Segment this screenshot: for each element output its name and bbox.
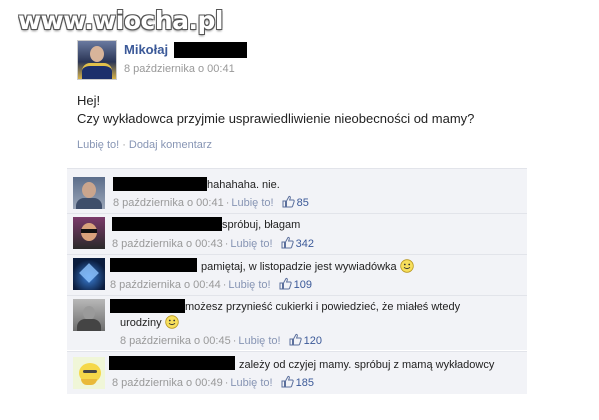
thumbs-up-icon bbox=[281, 375, 294, 388]
post-timestamp[interactable]: 8 października o 00:41 bbox=[124, 63, 235, 75]
smiley-icon bbox=[164, 315, 179, 329]
comment-1: hahahaha. nie. 8 października o 00:41 · Lu… bbox=[67, 168, 527, 213]
commenter-name-redaction bbox=[113, 177, 207, 191]
comment-5-like-count[interactable]: 185 bbox=[296, 377, 314, 389]
post-author-avatar[interactable] bbox=[77, 40, 117, 80]
comment-2-timestamp[interactable]: 8 października o 00:43 bbox=[112, 238, 223, 250]
comment-4-text-line-2: urodziny bbox=[120, 317, 162, 329]
post-actions-separator: · bbox=[122, 139, 126, 151]
comment-2-like-link[interactable]: Lubię to! bbox=[230, 238, 272, 250]
comment-1-like-link[interactable]: Lubię to! bbox=[231, 197, 273, 209]
comment-3-text-wrap: pamiętaj, w listopadzie jest wywiadówka bbox=[201, 259, 414, 274]
facebook-post-screenshot: www.wiocha.pl Mikołaj 8 października o 0… bbox=[0, 0, 599, 420]
comment-4-like-count[interactable]: 120 bbox=[304, 335, 322, 347]
commenter-name-redaction bbox=[110, 299, 185, 313]
post-text-line-2: Czy wykładowca przyjmie usprawiedliwieni… bbox=[77, 111, 475, 126]
meta-separator: · bbox=[224, 377, 229, 389]
comment-4-avatar[interactable] bbox=[73, 299, 105, 331]
comment-1-meta: 8 października o 00:41 · Lubię to! 85 bbox=[113, 195, 309, 209]
comment-3-avatar[interactable] bbox=[73, 258, 105, 290]
comment-5: zależy od czyjej mamy. spróbuj z mamą wy… bbox=[67, 351, 527, 394]
comment-4-timestamp[interactable]: 8 października o 00:45 bbox=[120, 335, 231, 347]
thumbs-up-icon bbox=[279, 277, 292, 290]
comment-3-text: pamiętaj, w listopadzie jest wywiadówka bbox=[201, 261, 397, 273]
comment-2: spróbuj, błagam 8 października o 00:43 · L… bbox=[67, 213, 527, 254]
comment-5-meta: 8 października o 00:49 · Lubię to! 185 bbox=[112, 375, 314, 389]
comment-1-like-count[interactable]: 85 bbox=[297, 197, 309, 209]
comment-4-text-line-2-wrap: urodziny bbox=[120, 315, 179, 330]
commenter-name-redaction bbox=[112, 217, 222, 231]
post-text-line-1: Hej! bbox=[77, 93, 101, 108]
comment-4-like-link[interactable]: Lubię to! bbox=[238, 335, 280, 347]
comment-3: pamiętaj, w listopadzie jest wywiadówka … bbox=[67, 254, 527, 295]
comment-4-text-line-1: możesz przynieść cukierki i powiedzieć, … bbox=[185, 301, 461, 313]
author-name-redaction bbox=[174, 42, 247, 58]
post-actions: Lubię to! · Dodaj komentarz bbox=[77, 139, 212, 151]
comment-4-meta: 8 października o 00:45 · Lubię to! 120 bbox=[120, 333, 322, 347]
comment-3-like-link[interactable]: Lubię to! bbox=[228, 279, 270, 291]
thumbs-up-icon bbox=[289, 333, 302, 346]
comment-1-text: hahahaha. nie. bbox=[207, 179, 280, 191]
commenter-name-redaction bbox=[109, 356, 235, 370]
post-like-link[interactable]: Lubię to! bbox=[77, 139, 119, 151]
comment-5-like-link[interactable]: Lubię to! bbox=[230, 377, 272, 389]
smiley-icon bbox=[399, 259, 414, 273]
comment-1-timestamp[interactable]: 8 października o 00:41 bbox=[113, 197, 224, 209]
comment-5-avatar[interactable] bbox=[73, 357, 105, 389]
add-comment-link[interactable]: Dodaj komentarz bbox=[129, 139, 212, 151]
meta-separator: · bbox=[225, 197, 230, 209]
post-author-name[interactable]: Mikołaj bbox=[124, 42, 168, 57]
comment-3-like-count[interactable]: 109 bbox=[294, 279, 312, 291]
comment-5-timestamp[interactable]: 8 października o 00:49 bbox=[112, 377, 223, 389]
post-body: Hej! Czy wykładowca przyjmie usprawiedli… bbox=[77, 92, 557, 128]
commenter-name-redaction bbox=[110, 258, 197, 272]
comment-2-text: spróbuj, błagam bbox=[222, 219, 301, 231]
comment-2-meta: 8 października o 00:43 · Lubię to! 342 bbox=[112, 236, 314, 250]
meta-separator: · bbox=[232, 335, 237, 347]
watermark-logo: www.wiocha.pl bbox=[18, 6, 223, 35]
meta-separator: · bbox=[222, 279, 227, 291]
comment-1-avatar[interactable] bbox=[73, 177, 105, 209]
thumbs-up-icon bbox=[282, 195, 295, 208]
comment-2-avatar[interactable] bbox=[73, 217, 105, 249]
comment-2-like-count[interactable]: 342 bbox=[296, 238, 314, 250]
comment-5-text: zależy od czyjej mamy. spróbuj z mamą wy… bbox=[239, 359, 495, 371]
meta-separator: · bbox=[224, 238, 229, 250]
thumbs-up-icon bbox=[281, 236, 294, 249]
comment-3-meta: 8 października o 00:44 · Lubię to! 109 bbox=[110, 277, 312, 291]
comment-3-timestamp[interactable]: 8 października o 00:44 bbox=[110, 279, 221, 291]
comment-4: możesz przynieść cukierki i powiedzieć, … bbox=[67, 295, 527, 350]
